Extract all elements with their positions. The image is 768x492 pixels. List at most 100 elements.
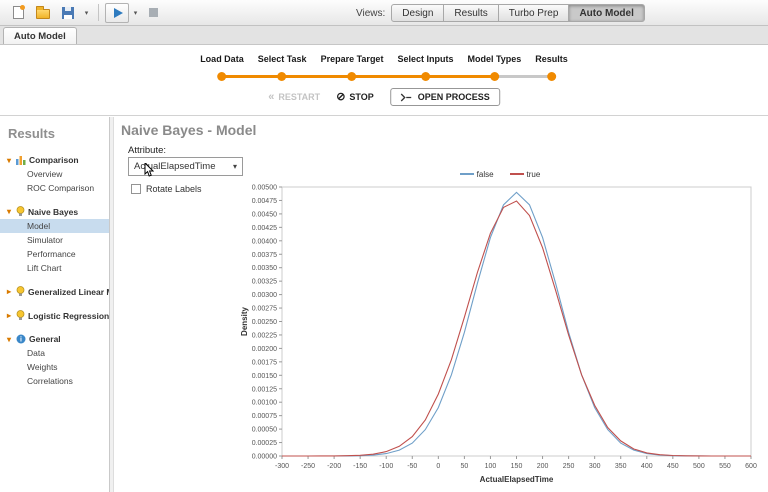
svg-text:0.00325: 0.00325 xyxy=(252,279,277,286)
svg-text:ActualElapsedTime: ActualElapsedTime xyxy=(480,475,554,484)
stop-sign-icon: ⊘ xyxy=(336,91,346,103)
tree-item-weights[interactable]: Weights xyxy=(0,360,109,374)
page-title: Naive Bayes - Model xyxy=(121,122,257,138)
svg-text:350: 350 xyxy=(615,463,627,470)
stop-square-icon xyxy=(148,8,158,17)
tree-group-naive-bayes[interactable]: ▾ Naive Bayes xyxy=(0,204,109,219)
step-dot[interactable] xyxy=(347,72,357,81)
bulb-icon xyxy=(16,206,25,217)
open-folder-icon xyxy=(36,6,50,19)
view-button-turbo-prep[interactable]: Turbo Prep xyxy=(497,4,570,22)
tree-group-label: Naive Bayes xyxy=(28,206,79,217)
open-process-button[interactable]: OPEN PROCESS xyxy=(389,88,500,106)
svg-text:0: 0 xyxy=(436,463,440,470)
rotate-labels-checkbox[interactable] xyxy=(131,184,141,194)
step-dot[interactable] xyxy=(277,72,287,81)
tab-auto-model[interactable]: Auto Model xyxy=(3,27,77,44)
svg-text:0.00150: 0.00150 xyxy=(252,373,277,380)
step-dot[interactable] xyxy=(547,72,557,81)
svg-text:-250: -250 xyxy=(301,463,315,470)
tree-item-simulator[interactable]: Simulator xyxy=(0,233,109,247)
bulb-icon xyxy=(16,310,25,321)
tree-item-lift-chart[interactable]: Lift Chart xyxy=(0,261,109,275)
svg-text:0.00125: 0.00125 xyxy=(252,386,277,393)
svg-text:0.00375: 0.00375 xyxy=(252,252,277,259)
tree-group-logistic-regression[interactable]: ▸ Logistic Regression xyxy=(0,308,109,323)
chevron-down-icon[interactable]: ▾ xyxy=(5,156,13,165)
tree-group-comparison[interactable]: ▾ Comparison xyxy=(0,153,109,167)
legend-label: true xyxy=(526,169,541,179)
tree-item-model[interactable]: Model xyxy=(0,219,109,233)
step-label: Select Task xyxy=(257,54,307,64)
comparison-icon xyxy=(16,155,26,165)
restart-label: RESTART xyxy=(278,92,321,102)
legend-swatch xyxy=(509,173,524,175)
views-switcher: Views: Design Results Turbo Prep Auto Mo… xyxy=(356,4,645,22)
main-panel: Naive Bayes - Model Attribute: ActualEla… xyxy=(114,117,768,492)
sidebar-title: Results xyxy=(8,126,55,141)
svg-text:0.00075: 0.00075 xyxy=(252,413,277,420)
run-button[interactable] xyxy=(105,2,129,23)
tree-item-data[interactable]: Data xyxy=(0,346,109,360)
results-sidebar: Results ▾ Comparison Overview ROC Compar… xyxy=(0,117,109,492)
step-dot[interactable] xyxy=(217,72,227,81)
open-process-icon xyxy=(400,93,411,101)
svg-text:0.00225: 0.00225 xyxy=(252,332,277,339)
tree-gap xyxy=(0,323,109,332)
tree-item-roc-comparison[interactable]: ROC Comparison xyxy=(0,181,109,195)
stepper-connector xyxy=(221,75,495,78)
toolbar-separator xyxy=(98,4,99,21)
open-button[interactable] xyxy=(31,3,55,23)
chevron-right-icon[interactable]: ▸ xyxy=(5,287,13,296)
stepper-connector xyxy=(494,75,552,78)
svg-text:200: 200 xyxy=(537,463,549,470)
tree-item-performance[interactable]: Performance xyxy=(0,247,109,261)
svg-text:0.00425: 0.00425 xyxy=(252,225,277,232)
view-button-results[interactable]: Results xyxy=(443,4,499,22)
tree-gap xyxy=(0,195,109,204)
svg-text:-300: -300 xyxy=(275,463,289,470)
view-button-design[interactable]: Design xyxy=(391,4,445,22)
svg-text:0.00025: 0.00025 xyxy=(252,440,277,447)
svg-text:0.00350: 0.00350 xyxy=(252,265,277,272)
step-dot[interactable] xyxy=(489,72,499,81)
svg-text:250: 250 xyxy=(563,463,575,470)
density-chart: false true 0.00000 0.00025 0.00050 0.00075 0… xyxy=(238,167,762,488)
stop-process-button[interactable]: ⊘ STOP xyxy=(336,91,374,103)
chevron-right-icon[interactable]: ▸ xyxy=(5,311,13,320)
svg-text:0.00050: 0.00050 xyxy=(252,427,277,434)
svg-text:0.00175: 0.00175 xyxy=(252,359,277,366)
tree-group-label: Comparison xyxy=(29,155,79,165)
view-button-auto-model[interactable]: Auto Model xyxy=(568,4,645,22)
svg-text:-100: -100 xyxy=(379,463,393,470)
restart-button[interactable]: « RESTART xyxy=(268,91,321,102)
chevron-down-icon[interactable]: ▾ xyxy=(5,335,13,344)
svg-text:500: 500 xyxy=(693,463,705,470)
save-disk-icon xyxy=(62,6,74,19)
svg-text:0.00300: 0.00300 xyxy=(252,292,277,299)
process-stepper: Load Data Select Task Prepare Target Sel… xyxy=(193,54,575,81)
step-dot[interactable] xyxy=(420,72,430,81)
new-process-button[interactable] xyxy=(6,3,30,23)
views-label: Views: xyxy=(356,7,386,19)
process-controls: « RESTART ⊘ STOP OPEN PROCESS xyxy=(268,88,500,106)
svg-text:50: 50 xyxy=(460,463,468,470)
svg-text:-200: -200 xyxy=(327,463,341,470)
svg-text:0.00475: 0.00475 xyxy=(252,198,277,205)
tree-group-label: General xyxy=(29,334,61,344)
stop-button[interactable] xyxy=(141,3,165,23)
step-label: Prepare Target xyxy=(320,54,384,64)
tree-group-generalized-linear-model[interactable]: ▸ Generalized Linear Model xyxy=(0,284,109,299)
tab-strip: Auto Model xyxy=(0,26,768,45)
tree-group-general[interactable]: ▾ i General xyxy=(0,332,109,346)
tree-item-correlations[interactable]: Correlations xyxy=(0,374,109,388)
save-dropdown-caret[interactable]: ▾ xyxy=(81,3,92,23)
tree-item-overview[interactable]: Overview xyxy=(0,167,109,181)
run-dropdown-caret[interactable]: ▾ xyxy=(130,3,141,23)
save-button[interactable] xyxy=(56,3,80,23)
tree-gap xyxy=(0,275,109,284)
results-tree: ▾ Comparison Overview ROC Comparison ▾ N… xyxy=(0,153,109,388)
chevron-down-icon[interactable]: ▾ xyxy=(5,207,13,216)
new-file-icon xyxy=(12,5,25,19)
svg-text:0.00450: 0.00450 xyxy=(252,211,277,218)
